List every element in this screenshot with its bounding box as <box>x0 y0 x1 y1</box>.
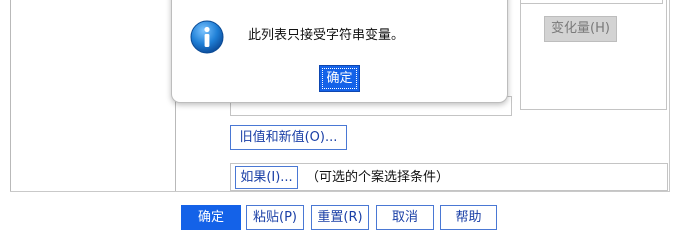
reset-button[interactable]: 重置(R) <box>311 205 369 230</box>
dialog-divider <box>10 191 670 192</box>
help-button[interactable]: 帮助 <box>440 205 497 230</box>
source-variable-list[interactable] <box>10 0 176 192</box>
message-text: 此列表只接受字符串变量。 <box>248 28 405 43</box>
dialog-right-border <box>669 0 670 192</box>
paste-button[interactable]: 粘贴(P) <box>246 205 304 230</box>
if-button[interactable]: 如果(I)... <box>235 166 298 189</box>
ok-button[interactable]: 确定 <box>181 205 241 230</box>
optional-condition-label: （可选的个案选择条件） <box>306 170 450 185</box>
old-and-new-values-button[interactable]: 旧值和新值(O)... <box>230 125 347 150</box>
info-icon <box>190 20 224 54</box>
name-field[interactable] <box>520 0 663 4</box>
change-button[interactable]: 变化量(H) <box>544 16 617 42</box>
message-ok-button[interactable]: 确定 <box>319 65 360 92</box>
cancel-button[interactable]: 取消 <box>376 205 434 230</box>
